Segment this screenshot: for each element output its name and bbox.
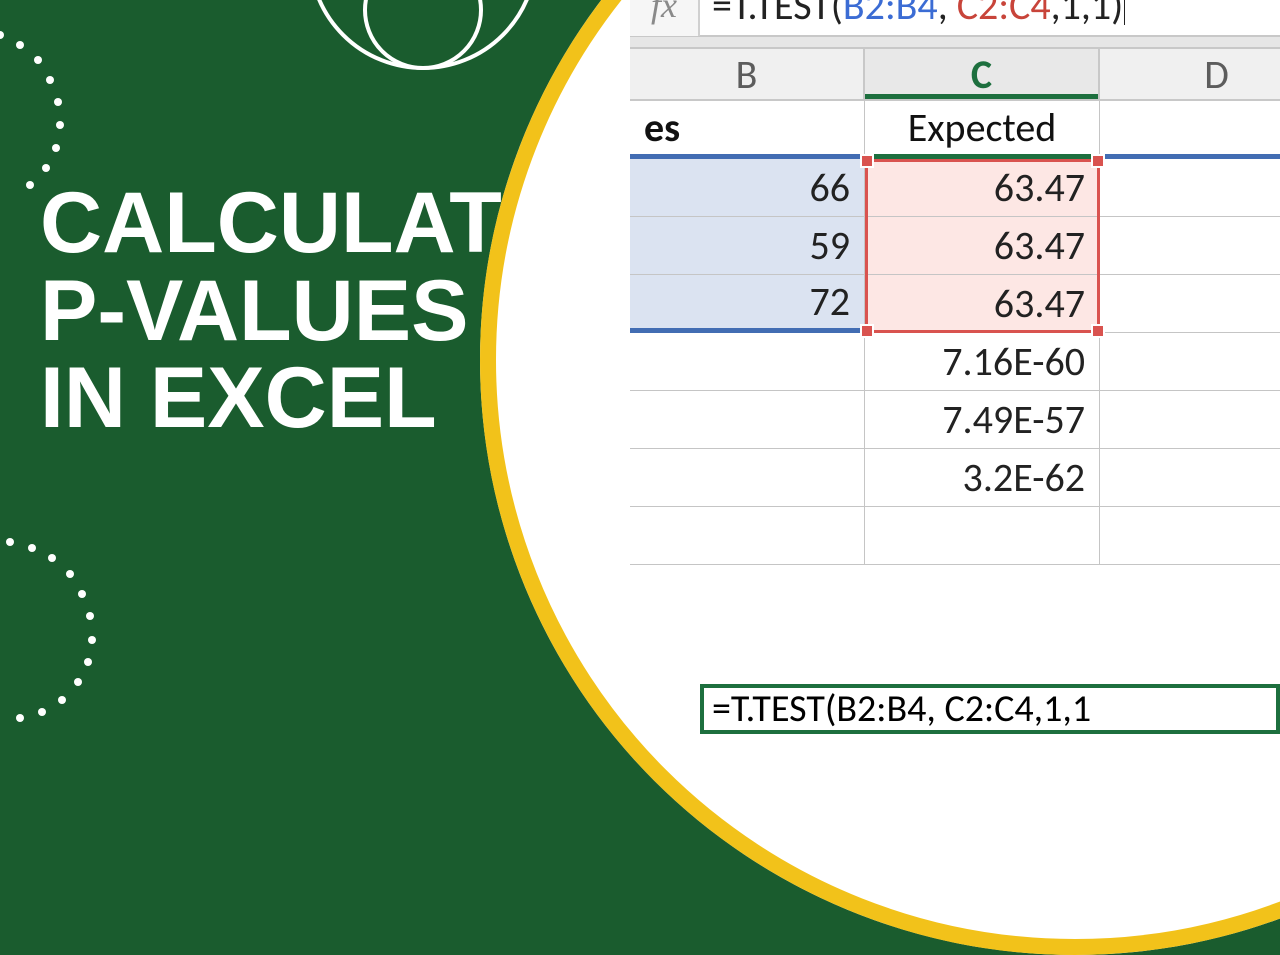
text-caret [1124,0,1125,25]
cell-B4[interactable]: 72 [630,275,865,333]
table-row: 7.49E-57 [630,391,1280,449]
column-header-B[interactable]: B [630,49,865,99]
spreadsheet-circle-clip: fx =T.TEST(B2:B4, C2:C4,1,1) B C D es Ex… [480,0,1280,955]
formula-bar[interactable]: fx =T.TEST(B2:B4, C2:C4,1,1) [630,0,1280,37]
cell-D6[interactable] [1100,391,1280,449]
cell-B2[interactable]: 66 [630,159,865,217]
formula-tail: ,1,1) [1051,0,1124,30]
table-row: 59 63.47 [630,217,1280,275]
headline-line1: CALCULATE [40,180,559,268]
formula-sep1: , [938,0,957,30]
formula-fn-open: T.TEST( [732,0,843,30]
cell-B8[interactable] [630,507,865,565]
cell-C8[interactable] [865,507,1100,565]
cell-B6[interactable] [630,391,865,449]
formula-input[interactable]: =T.TEST(B2:B4, C2:C4,1,1) [700,0,1280,30]
cell-C3[interactable]: 63.47 [865,217,1100,275]
header-cell-B[interactable]: es [630,101,865,159]
table-row: es Expected [630,101,1280,159]
toolbar-gap [630,37,1280,49]
cell-B5[interactable] [630,333,865,391]
cell-D5[interactable] [1100,333,1280,391]
cell-D8[interactable] [1100,507,1280,565]
formula-range1: B2:B4 [843,0,938,30]
cell-B3[interactable]: 59 [630,217,865,275]
header-cell-D[interactable] [1100,101,1280,159]
column-headers: B C D [630,49,1280,101]
cell-D2[interactable] [1100,159,1280,217]
column-header-C[interactable]: C [865,49,1100,99]
cell-D3[interactable] [1100,217,1280,275]
table-row: 7.16E-60 [630,333,1280,391]
formula-eq: = [712,0,732,30]
cell-D7[interactable] [1100,449,1280,507]
cell-C7[interactable]: 3.2E-62 [865,449,1100,507]
table-row: 72 63.47 [630,275,1280,333]
table-row: 66 63.47 [630,159,1280,217]
formula-echo-text: =T.TEST(B2:B4, C2:C4,1,1 [712,686,1091,732]
cell-D4[interactable] [1100,275,1280,333]
cell-B7[interactable] [630,449,865,507]
table-row: 3.2E-62 [630,449,1280,507]
header-cell-C[interactable]: Expected [865,101,1100,159]
spreadsheet-scene: fx =T.TEST(B2:B4, C2:C4,1,1) B C D es Ex… [630,0,1280,565]
table-row [630,507,1280,565]
fx-icon[interactable]: fx [630,0,700,36]
formula-range2: C2:C4 [957,0,1051,30]
cell-C4[interactable]: 63.47 [865,275,1100,333]
cell-grid: es Expected 66 63.47 59 63.47 72 63.47 [630,101,1280,565]
cell-C5[interactable]: 7.16E-60 [865,333,1100,391]
formula-echo-box: =T.TEST(B2:B4, C2:C4,1,1 [700,684,1280,734]
cell-C2[interactable]: 63.47 [865,159,1100,217]
cell-C6[interactable]: 7.49E-57 [865,391,1100,449]
column-header-D[interactable]: D [1100,49,1280,99]
decorative-dots-bottom [0,530,110,730]
